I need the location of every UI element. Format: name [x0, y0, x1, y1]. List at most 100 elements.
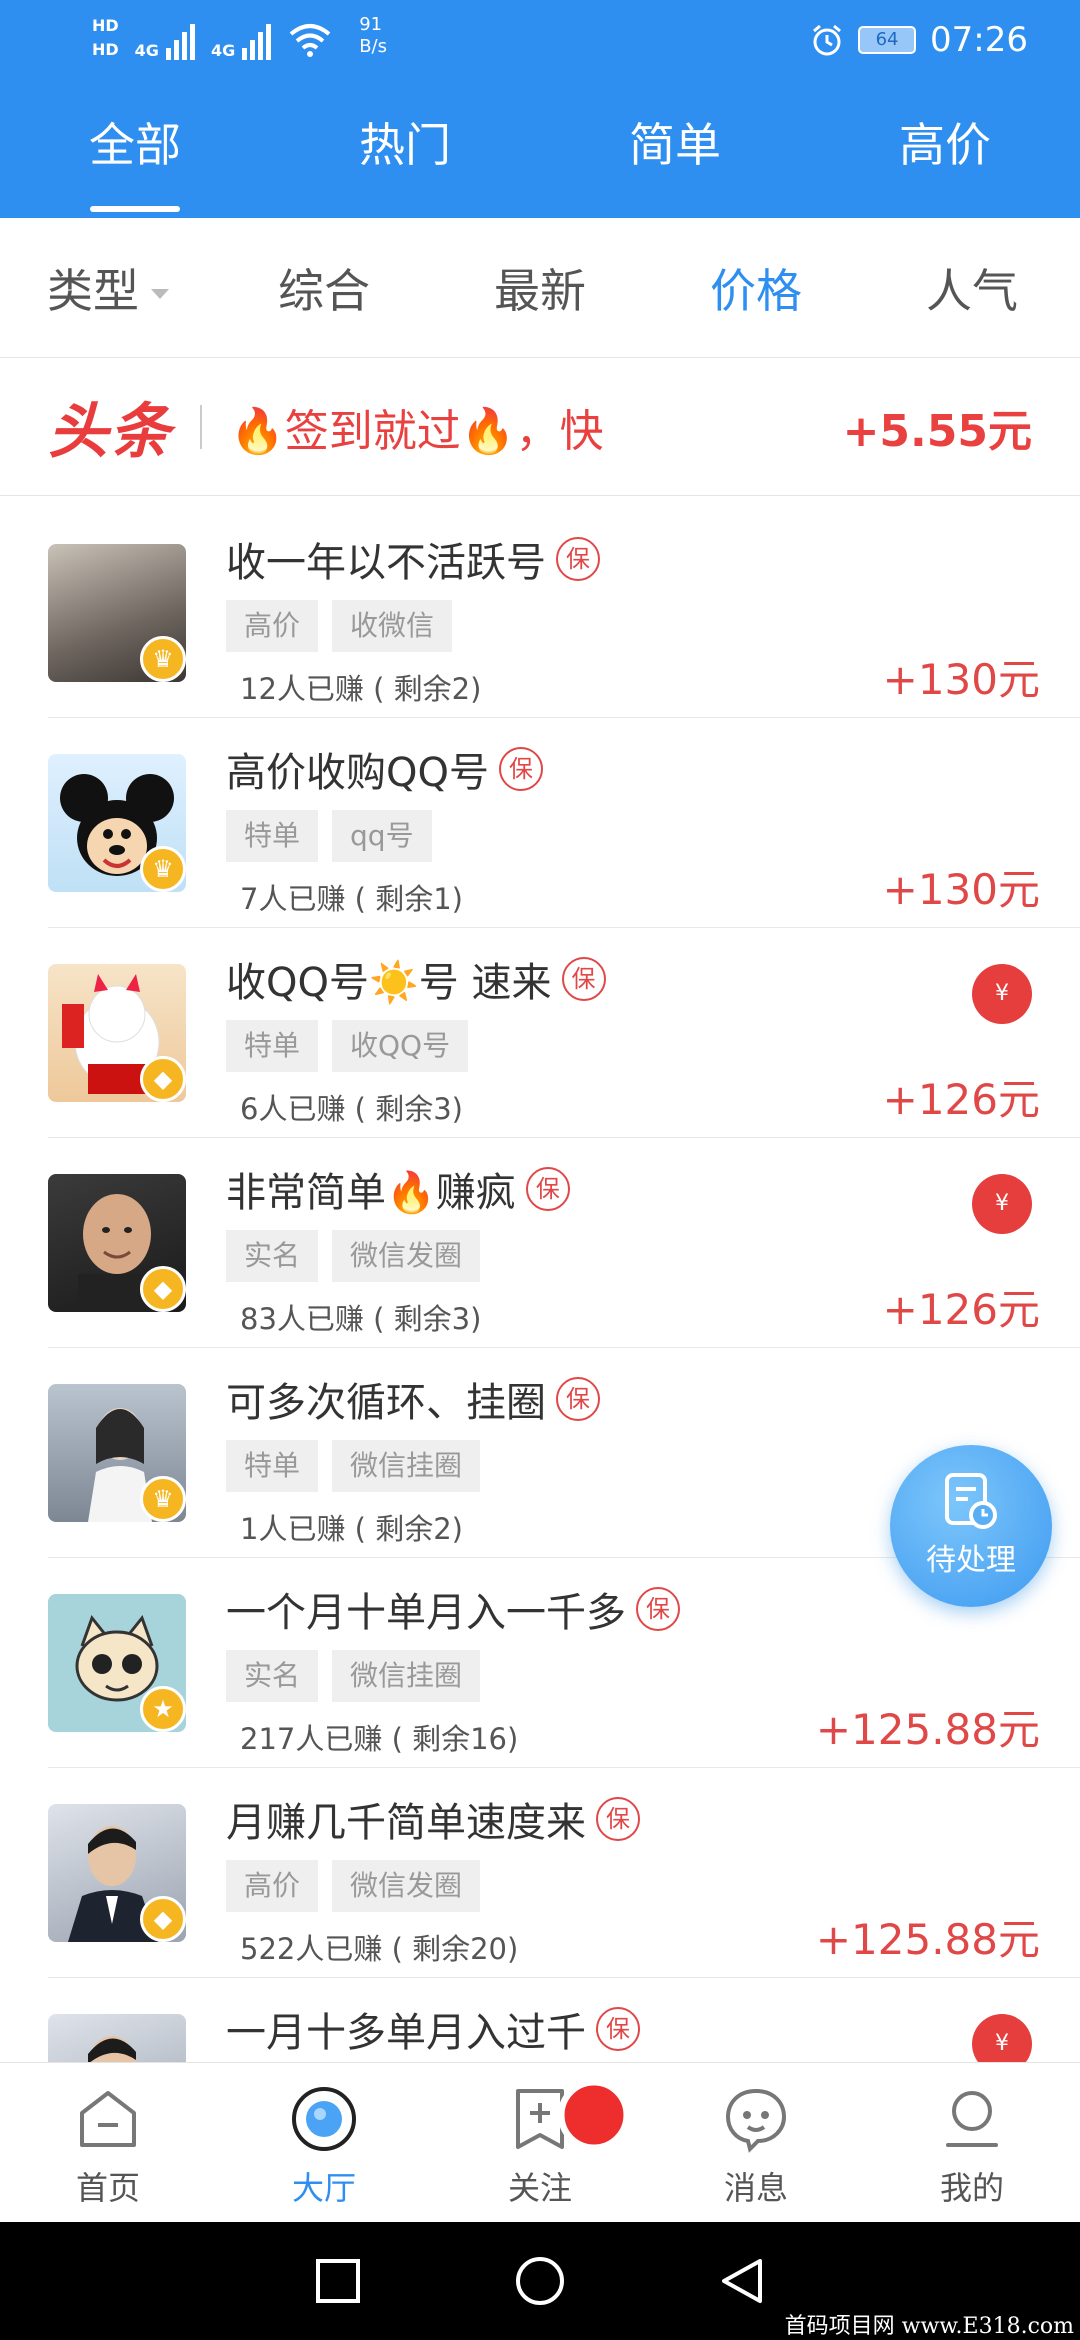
back-icon[interactable]: [716, 2255, 768, 2307]
crown-icon: ♛: [140, 636, 186, 682]
tab-hot[interactable]: 热门: [270, 110, 540, 218]
task-price: +126元: [882, 1075, 1040, 1124]
tag: 高价: [226, 1860, 319, 1912]
net-speed: 91 B/s: [359, 14, 387, 58]
tab-simple[interactable]: 简单: [540, 110, 810, 218]
system-nav: 首码项目网 www.E318.com: [0, 2222, 1080, 2340]
red-packet-icon[interactable]: ¥: [972, 964, 1032, 1024]
earned-count: 1人已赚 ( 剩余2): [240, 1512, 463, 1546]
recent-apps-icon[interactable]: [312, 2255, 364, 2307]
task-title: 一个月十单月入一千多保: [226, 1580, 680, 1638]
filter-type[interactable]: 类型: [0, 255, 216, 321]
earned-count: 6人已赚 ( 剩余3): [240, 1092, 463, 1126]
list-item[interactable]: ◆ 月赚几千简单速度来保 高价 微信发圈 522人已赚 ( 剩余20) +125.…: [48, 1768, 1080, 1978]
nav-follow[interactable]: 关注: [432, 2063, 648, 2222]
profile-icon: [946, 2091, 998, 2147]
earned-count: 12人已赚 ( 剩余2): [240, 672, 482, 706]
filter-price[interactable]: 价格: [648, 255, 864, 321]
signal-icon: 4G: [135, 14, 195, 60]
list-item[interactable]: ◆ 非常简单🔥赚疯保 实名 微信发圈 83人已赚 ( 剩余3) ¥ +126元: [48, 1138, 1080, 1348]
task-price: +125.88元: [815, 1915, 1040, 1964]
home-icon: [80, 2091, 136, 2147]
guarantee-badge: 保: [525, 1167, 570, 1211]
task-list: ♛ 收一年以不活跃号保 高价 收微信 12人已赚 ( 剩余2) +130元 ♛ 高…: [0, 508, 1080, 2188]
nav-home-label: 首页: [75, 2169, 140, 2207]
guarantee-badge: 保: [498, 747, 543, 791]
earned-count: 522人已赚 ( 剩余20): [240, 1932, 519, 1966]
bottom-nav: 首页 大厅 关注 消息 我的: [0, 2062, 1080, 2222]
notification-dot-icon: [558, 2079, 630, 2151]
guarantee-badge: 保: [556, 537, 600, 581]
nav-hall[interactable]: 大厅: [216, 2063, 432, 2222]
headline-reward: +5.55元: [842, 405, 1032, 457]
filter-bar: 类型 综合 最新 价格 人气: [0, 218, 1080, 358]
tag: 特单: [226, 1440, 319, 1492]
filter-type-label: 类型: [47, 263, 139, 318]
filter-popularity[interactable]: 人气: [864, 255, 1080, 321]
list-item[interactable]: ♛ 收一年以不活跃号保 高价 收微信 12人已赚 ( 剩余2) +130元: [48, 508, 1080, 718]
avatar: ★: [48, 1594, 186, 1732]
home-circle-icon[interactable]: [514, 2255, 566, 2307]
nav-message[interactable]: 消息: [648, 2063, 864, 2222]
nav-profile-label: 我的: [939, 2169, 1004, 2207]
watermark: 首码项目网 www.E318.com: [784, 2314, 1074, 2339]
task-title: 可多次循环、挂圈保: [226, 1370, 600, 1428]
nav-profile[interactable]: 我的: [864, 2063, 1080, 2222]
task-title: 高价收购QQ号保: [226, 740, 543, 798]
tag: 微信挂圈: [332, 1650, 481, 1702]
red-packet-icon[interactable]: ¥: [972, 1174, 1032, 1234]
net-speed-value: 91: [359, 14, 383, 35]
clock: 07:26: [930, 20, 1028, 60]
diamond-icon: ◆: [140, 1266, 186, 1312]
tag: 收微信: [332, 600, 453, 652]
avatar: ◆: [48, 1804, 186, 1942]
top-tabs: 全部 热门 简单 高价: [0, 110, 1080, 218]
task-title: 非常简单🔥赚疯保: [226, 1160, 570, 1218]
earned-count: 83人已赚 ( 剩余3): [240, 1302, 482, 1336]
pending-button[interactable]: 待处理: [890, 1445, 1052, 1607]
tab-high-price[interactable]: 高价: [810, 110, 1080, 218]
tab-all[interactable]: 全部: [0, 110, 270, 218]
battery-icon: 64: [858, 26, 917, 54]
avatar: ♛: [48, 544, 186, 682]
task-title: 一月十多单月入过千保: [226, 2000, 640, 2058]
task-title: 收QQ号☀️号 速来保: [226, 950, 606, 1008]
list-item[interactable]: ♛ 高价收购QQ号保 特单 qq号 7人已赚 ( 剩余1) +130元: [48, 718, 1080, 928]
task-price: +125.88元: [815, 1705, 1040, 1754]
crown-icon: ♛: [140, 1476, 186, 1522]
filter-comprehensive[interactable]: 综合: [216, 255, 432, 321]
star-icon: ★: [140, 1686, 186, 1732]
guarantee-badge: 保: [636, 1587, 680, 1631]
headline-banner[interactable]: 头条 🔥签到就过🔥，快 +5.55元: [0, 358, 1080, 496]
crown-icon: ♛: [140, 846, 186, 892]
guarantee-badge: 保: [561, 957, 606, 1001]
guarantee-badge: 保: [556, 1377, 600, 1421]
list-item[interactable]: ◆ 收QQ号☀️号 速来保 特单 收QQ号 6人已赚 ( 剩余3) ¥ +126元: [48, 928, 1080, 1138]
wifi-icon: [289, 24, 331, 57]
pending-label: 待处理: [926, 1543, 1016, 1578]
tag: 微信挂圈: [332, 1440, 481, 1492]
caret-down-icon: [151, 289, 169, 299]
nav-home[interactable]: 首页: [0, 2063, 216, 2222]
pending-icon: [945, 1473, 997, 1529]
avatar: ♛: [48, 1384, 186, 1522]
alarm-icon: [813, 24, 841, 56]
avatar: ♛: [48, 754, 186, 892]
tag: 实名: [226, 1230, 319, 1282]
headline-logo: 头条: [48, 397, 172, 467]
tag: 微信发圈: [332, 1860, 481, 1912]
task-title: 收一年以不活跃号保: [226, 530, 600, 588]
headline-text: 🔥签到就过🔥，快: [230, 405, 604, 457]
tag: 微信发圈: [332, 1230, 481, 1282]
filter-newest[interactable]: 最新: [432, 255, 648, 321]
diamond-icon: ◆: [140, 1056, 186, 1102]
hd-indicator: HD HD: [92, 14, 119, 62]
status-bar: HD HD 4G 4G 91 B/s 64 07:26: [0, 0, 1080, 88]
avatar: ◆: [48, 1174, 186, 1312]
nav-hall-label: 大厅: [291, 2169, 356, 2207]
header: HD HD 4G 4G 91 B/s 64 07:26 全部 热门 简单 高价: [0, 0, 1080, 218]
nav-message-label: 消息: [723, 2169, 788, 2207]
tag: 特单: [226, 810, 319, 862]
tag: 收QQ号: [332, 1020, 469, 1072]
earned-count: 217人已赚 ( 剩余16): [240, 1722, 519, 1756]
